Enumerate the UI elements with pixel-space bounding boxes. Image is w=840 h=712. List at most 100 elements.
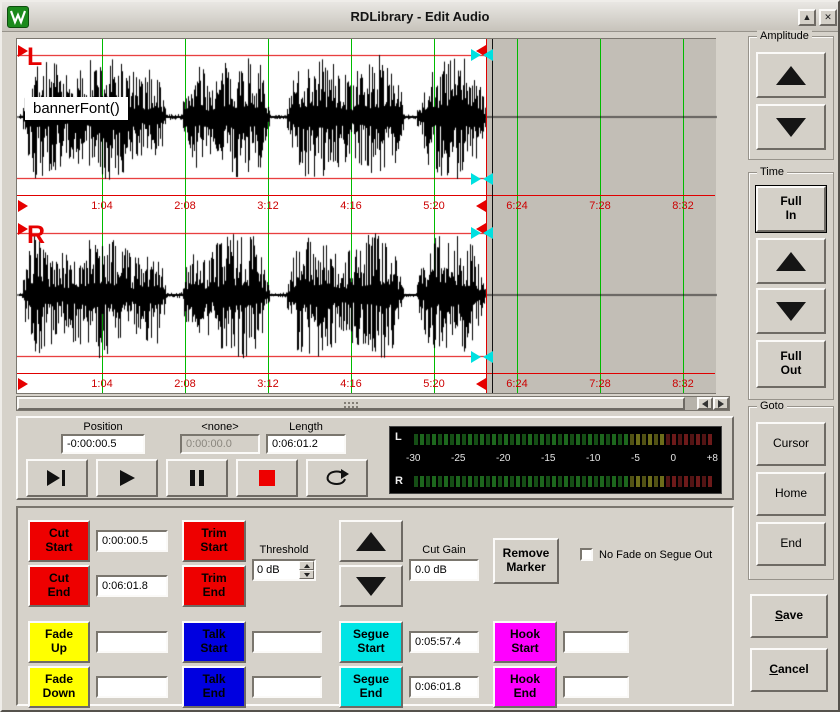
segue-marker-icon[interactable] [471, 49, 481, 61]
play-button[interactable] [96, 459, 158, 497]
meter-led-segment [540, 476, 544, 487]
cut-marker-icon[interactable] [476, 200, 486, 212]
threshold-spin-down-icon[interactable] [299, 570, 314, 579]
meter-led-segment [534, 434, 538, 445]
loop-button[interactable] [306, 459, 368, 497]
cut-gain-field[interactable] [409, 559, 479, 581]
up-arrow-icon [776, 66, 806, 85]
meter-led-segment [432, 476, 436, 487]
meter-led-segment [606, 434, 610, 445]
play-from-start-button[interactable] [26, 459, 88, 497]
meter-led-segment [648, 434, 652, 445]
meter-led-segment [678, 476, 682, 487]
shade-button-icon[interactable]: ▲ [798, 9, 816, 26]
amplitude-up-button[interactable] [756, 52, 826, 98]
talk-start-button[interactable]: Talk Start [182, 621, 246, 663]
trim-start-button[interactable]: Trim Start [182, 520, 246, 562]
fade-down-field[interactable] [96, 676, 168, 698]
cut-end-line[interactable] [486, 39, 487, 393]
goto-legend: Goto [757, 400, 787, 412]
segue-marker-icon[interactable] [471, 351, 481, 363]
scrollbar-thumb[interactable] [17, 397, 685, 410]
horizontal-scrollbar[interactable] [16, 396, 730, 411]
time-tick-label: 8:32 [659, 200, 707, 212]
cut-end-field[interactable] [96, 575, 168, 597]
stop-icon [257, 468, 277, 488]
meter-led-segment [576, 476, 580, 487]
fade-up-field[interactable] [96, 631, 168, 653]
hook-start-field[interactable] [563, 631, 629, 653]
fade-down-button[interactable]: Fade Down [28, 666, 90, 708]
amplitude-down-button[interactable] [756, 104, 826, 150]
talk-end-field[interactable] [252, 676, 322, 698]
scroll-left-icon[interactable] [697, 397, 713, 410]
segue-marker-icon[interactable] [483, 227, 493, 239]
time-zoom-in-button[interactable] [756, 238, 826, 284]
cut-end-button[interactable]: Cut End [28, 565, 90, 607]
playback-cursor-line[interactable] [492, 39, 493, 393]
threshold-spin-up-icon[interactable] [299, 561, 314, 570]
pause-button[interactable] [166, 459, 228, 497]
remove-marker-button[interactable]: Remove Marker [493, 538, 559, 584]
length-label: Length [266, 421, 346, 433]
cut-marker-icon[interactable] [18, 200, 28, 212]
cut-marker-icon[interactable] [18, 223, 28, 235]
cut-marker-icon[interactable] [18, 378, 28, 390]
segue-marker-icon[interactable] [471, 227, 481, 239]
full-out-button[interactable]: Full Out [756, 340, 826, 388]
segue-marker-icon[interactable] [471, 173, 481, 185]
time-tick-label: 3:12 [244, 200, 292, 212]
banner-text-overlay: bannerFont() [25, 97, 128, 120]
meter-led-segment [504, 476, 508, 487]
threshold-spinbox[interactable] [252, 559, 316, 581]
meter-led-segment [600, 476, 604, 487]
goto-end-button[interactable]: End [756, 522, 826, 566]
trim-end-button[interactable]: Trim End [182, 565, 246, 607]
goto-home-button[interactable]: Home [756, 472, 826, 516]
cut-marker-icon[interactable] [476, 378, 486, 390]
waveform-display[interactable]: L R bannerFont() 1:042:083:124:165:206:2… [16, 38, 716, 394]
length-field[interactable] [266, 434, 346, 454]
hook-end-button[interactable]: Hook End [493, 666, 557, 708]
loop-icon [322, 468, 352, 488]
counter-label: <none> [180, 421, 260, 433]
segue-start-field[interactable] [409, 631, 479, 653]
talk-start-field[interactable] [252, 631, 322, 653]
up-arrow-icon [776, 252, 806, 271]
cut-start-field[interactable] [96, 530, 168, 552]
segue-end-field[interactable] [409, 676, 479, 698]
close-icon[interactable]: ✕ [819, 9, 837, 26]
meter-led-segment [558, 434, 562, 445]
fade-up-button[interactable]: Fade Up [28, 621, 90, 663]
cut-marker-icon[interactable] [18, 45, 28, 57]
cut-start-button[interactable]: Cut Start [28, 520, 90, 562]
stop-button[interactable] [236, 459, 298, 497]
segue-marker-icon[interactable] [483, 49, 493, 61]
gain-up-button[interactable] [339, 520, 403, 562]
segue-end-button[interactable]: Segue End [339, 666, 403, 708]
waveform-right-channel[interactable] [17, 217, 717, 373]
meter-led-segment [528, 476, 532, 487]
segue-marker-icon[interactable] [483, 351, 493, 363]
cancel-button[interactable]: Cancel [750, 648, 828, 692]
full-in-button[interactable]: Full In [756, 186, 826, 232]
no-fade-checkbox[interactable] [580, 548, 593, 561]
segue-marker-icon[interactable] [483, 173, 493, 185]
position-field[interactable] [61, 434, 145, 454]
meter-led-segment [708, 434, 712, 445]
segue-start-button[interactable]: Segue Start [339, 621, 403, 663]
save-button[interactable]: Save [750, 594, 828, 638]
scroll-right-icon[interactable] [713, 397, 729, 410]
threshold-value[interactable] [254, 561, 298, 579]
edit-audio-window: RDLibrary - Edit Audio ▲ ✕ L R bannerFon… [0, 0, 840, 712]
hook-end-field[interactable] [563, 676, 629, 698]
meter-led-segment [696, 434, 700, 445]
talk-end-button[interactable]: Talk End [182, 666, 246, 708]
time-zoom-out-button[interactable] [756, 288, 826, 334]
goto-cursor-button[interactable]: Cursor [756, 422, 826, 466]
meter-led-segment [570, 476, 574, 487]
gain-down-button[interactable] [339, 565, 403, 607]
meter-led-segment [588, 476, 592, 487]
meter-led-segment [588, 434, 592, 445]
hook-start-button[interactable]: Hook Start [493, 621, 557, 663]
